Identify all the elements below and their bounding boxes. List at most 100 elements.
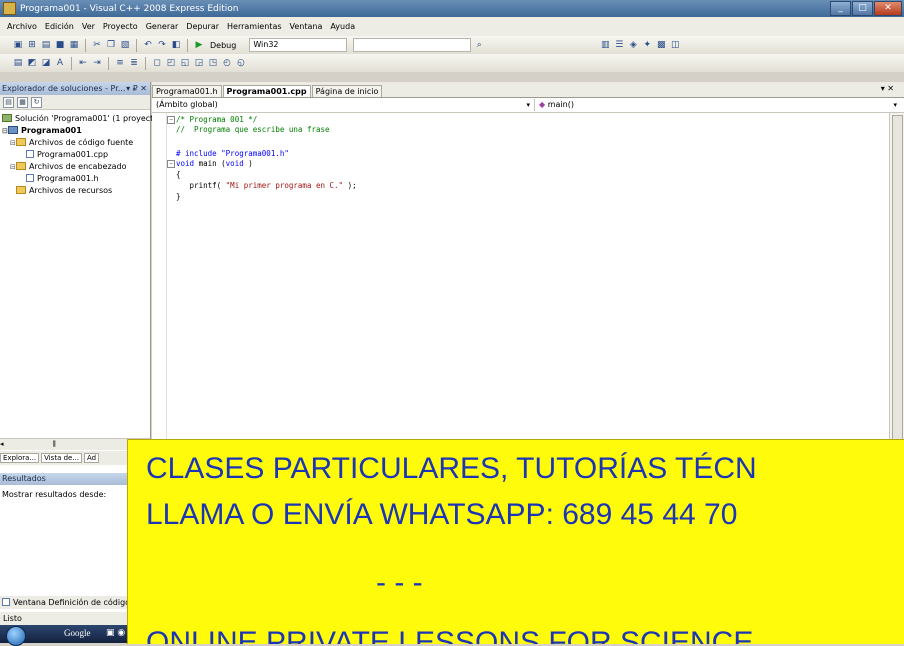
start-page-icon[interactable]: ▩ — [655, 39, 667, 51]
prev-bookmark-folder-icon[interactable]: ◲ — [193, 57, 205, 69]
properties-icon[interactable]: ▤ — [3, 96, 14, 108]
tree-source-file[interactable]: Programa001.cpp — [2, 149, 150, 161]
tab-programa001-h[interactable]: Programa001.h — [152, 85, 222, 97]
tree-header-file[interactable]: Programa001.h — [2, 173, 150, 185]
show-all-files-icon[interactable]: ▦ — [17, 96, 28, 108]
increase-indent-icon[interactable]: ⇥ — [91, 57, 103, 69]
properties-icon[interactable]: ☰ — [613, 39, 625, 51]
bookmark-window-icon[interactable]: ◵ — [235, 57, 247, 69]
app-icon — [3, 2, 16, 15]
code-line-7: } — [176, 192, 181, 201]
tree-resource-folder[interactable]: Archivos de recursos — [2, 185, 150, 197]
save-all-icon[interactable]: ▦ — [68, 39, 80, 51]
folder-icon — [16, 162, 26, 170]
tab-start-page[interactable]: Página de inicio — [311, 85, 383, 97]
solution-config-dropdown[interactable]: Debug — [207, 41, 239, 50]
code-line-6: printf( "Mi primer programa en C." ); — [176, 181, 357, 190]
status-text: Listo — [3, 614, 22, 623]
navigate-back-icon[interactable]: ◧ — [170, 39, 182, 51]
menu-archivo[interactable]: Archivo — [3, 22, 41, 31]
member-list-icon[interactable]: ▤ — [12, 57, 24, 69]
object-browser-icon[interactable]: ◈ — [627, 39, 639, 51]
uncomment-icon[interactable]: ≣ — [128, 57, 140, 69]
solution-explorer-header: Explorador de soluciones - Pr... ▾ ₽ ✕ — [0, 82, 150, 95]
menu-generar[interactable]: Generar — [142, 22, 183, 31]
project-icon — [8, 126, 18, 134]
quick-info-icon[interactable]: ◪ — [40, 57, 52, 69]
solution-explorer-icon[interactable]: ▥ — [599, 39, 611, 51]
quicklaunch-icon[interactable]: ▣ ◉ — [106, 628, 125, 638]
results-show-from-label: Mostrar resultados desde: — [2, 490, 107, 499]
menu-depurar[interactable]: Depurar — [182, 22, 223, 31]
find-in-files-icon[interactable]: ⌕ — [473, 39, 485, 51]
start-button[interactable] — [6, 626, 26, 646]
maximize-button[interactable]: □ — [852, 1, 873, 16]
tab-solution-explorer[interactable]: Explora... — [0, 453, 40, 463]
solution-explorer-title: Explorador de soluciones - Pr... — [2, 84, 126, 93]
toolbox-icon[interactable]: ✦ — [641, 39, 653, 51]
tree-solution[interactable]: Solución 'Programa001' (1 proyecto — [2, 113, 158, 125]
minimize-button[interactable]: _ — [830, 1, 851, 16]
advertisement-banner: CLASES PARTICULARES, TUTORÍAS TÉCN LLAMA… — [127, 439, 904, 644]
cut-icon[interactable]: ✂ — [91, 39, 103, 51]
refresh-icon[interactable]: ↻ — [31, 96, 42, 108]
menu-ver[interactable]: Ver — [78, 22, 99, 31]
header-file-icon — [26, 174, 34, 182]
fold-toggle[interactable]: − — [167, 160, 175, 168]
title-bar: Programa001 - Visual C++ 2008 Express Ed… — [0, 0, 904, 17]
toggle-bookmark-icon[interactable]: ◻ — [151, 57, 163, 69]
solution-explorer-toolbar: ▤ ▦ ↻ — [0, 95, 150, 110]
copy-icon[interactable]: ❐ — [105, 39, 117, 51]
menu-ayuda[interactable]: Ayuda — [326, 22, 359, 31]
menu-edicion[interactable]: Edición — [41, 22, 78, 31]
document-tabs: Programa001.h Programa001.cpp Página de … — [152, 82, 904, 98]
banner-line-2: LLAMA O ENVÍA WHATSAPP: 689 45 44 70 — [146, 498, 738, 531]
banner-line-4: ONLINE PRIVATE LESSONS FOR SCIENCE — [146, 626, 754, 644]
tree-project[interactable]: ⊟ Programa001 — [2, 125, 150, 137]
code-line-5: { — [176, 170, 181, 179]
menu-proyecto[interactable]: Proyecto — [99, 22, 142, 31]
open-file-icon[interactable]: ▤ — [40, 39, 52, 51]
paste-icon[interactable]: ▧ — [119, 39, 131, 51]
google-toolbar[interactable]: Google — [64, 628, 91, 638]
tab-class-view[interactable]: Vista de... — [41, 453, 83, 463]
decrease-indent-icon[interactable]: ⇤ — [77, 57, 89, 69]
close-document-icon[interactable]: ▾ ✕ — [881, 84, 894, 93]
scope-dropdown[interactable]: (Ámbito global) ▾ — [152, 99, 535, 111]
word-complete-icon[interactable]: A — [54, 57, 66, 69]
save-icon[interactable]: ■ — [54, 39, 66, 51]
tab-other[interactable]: Ad — [84, 453, 100, 463]
prev-bookmark-icon[interactable]: ◰ — [165, 57, 177, 69]
fold-toggle[interactable]: − — [167, 116, 175, 124]
panel-controls[interactable]: ▾ ₽ ✕ — [126, 82, 147, 95]
scroll-thumb[interactable] — [892, 115, 903, 477]
parameter-info-icon[interactable]: ◩ — [26, 57, 38, 69]
platform-dropdown[interactable]: Win32 — [249, 38, 348, 52]
clear-bookmarks-icon[interactable]: ◴ — [221, 57, 233, 69]
solution-icon — [2, 114, 12, 122]
tree-source-folder[interactable]: ⊟ Archivos de código fuente — [2, 137, 150, 149]
next-bookmark-folder-icon[interactable]: ◳ — [207, 57, 219, 69]
code-line-4: void main (void ) — [176, 159, 253, 168]
standard-toolbar: ▣ ⊞ ▤ ■ ▦ ✂ ❐ ▧ ↶ ↷ ◧ ▶ Debug Win32 ⌕ ▥ … — [0, 36, 904, 54]
next-bookmark-icon[interactable]: ◱ — [179, 57, 191, 69]
close-button[interactable]: ✕ — [874, 1, 902, 16]
more-windows-icon[interactable]: ◫ — [669, 39, 681, 51]
start-debug-icon[interactable]: ▶ — [193, 39, 205, 51]
comment-icon[interactable]: ≡ — [114, 57, 126, 69]
redo-icon[interactable]: ↷ — [156, 39, 168, 51]
find-combo[interactable] — [353, 38, 472, 52]
code-line-1: /* Programa 001 */ — [176, 115, 258, 124]
member-dropdown[interactable]: ◆ main() ▾ — [535, 99, 901, 111]
banner-line-3: - - - — [376, 566, 423, 599]
tree-header-folder[interactable]: ⊟ Archivos de encabezado — [2, 161, 150, 173]
undo-icon[interactable]: ↶ — [142, 39, 154, 51]
add-item-icon[interactable]: ⊞ — [26, 39, 38, 51]
tab-programa001-cpp[interactable]: Programa001.cpp — [222, 85, 311, 97]
folder-icon — [16, 186, 26, 194]
window-icon — [2, 598, 10, 606]
menu-ventana[interactable]: Ventana — [286, 22, 327, 31]
menu-bar: Archivo Edición Ver Proyecto Generar Dep… — [0, 17, 904, 36]
menu-herramientas[interactable]: Herramientas — [223, 22, 286, 31]
new-project-icon[interactable]: ▣ — [12, 39, 24, 51]
